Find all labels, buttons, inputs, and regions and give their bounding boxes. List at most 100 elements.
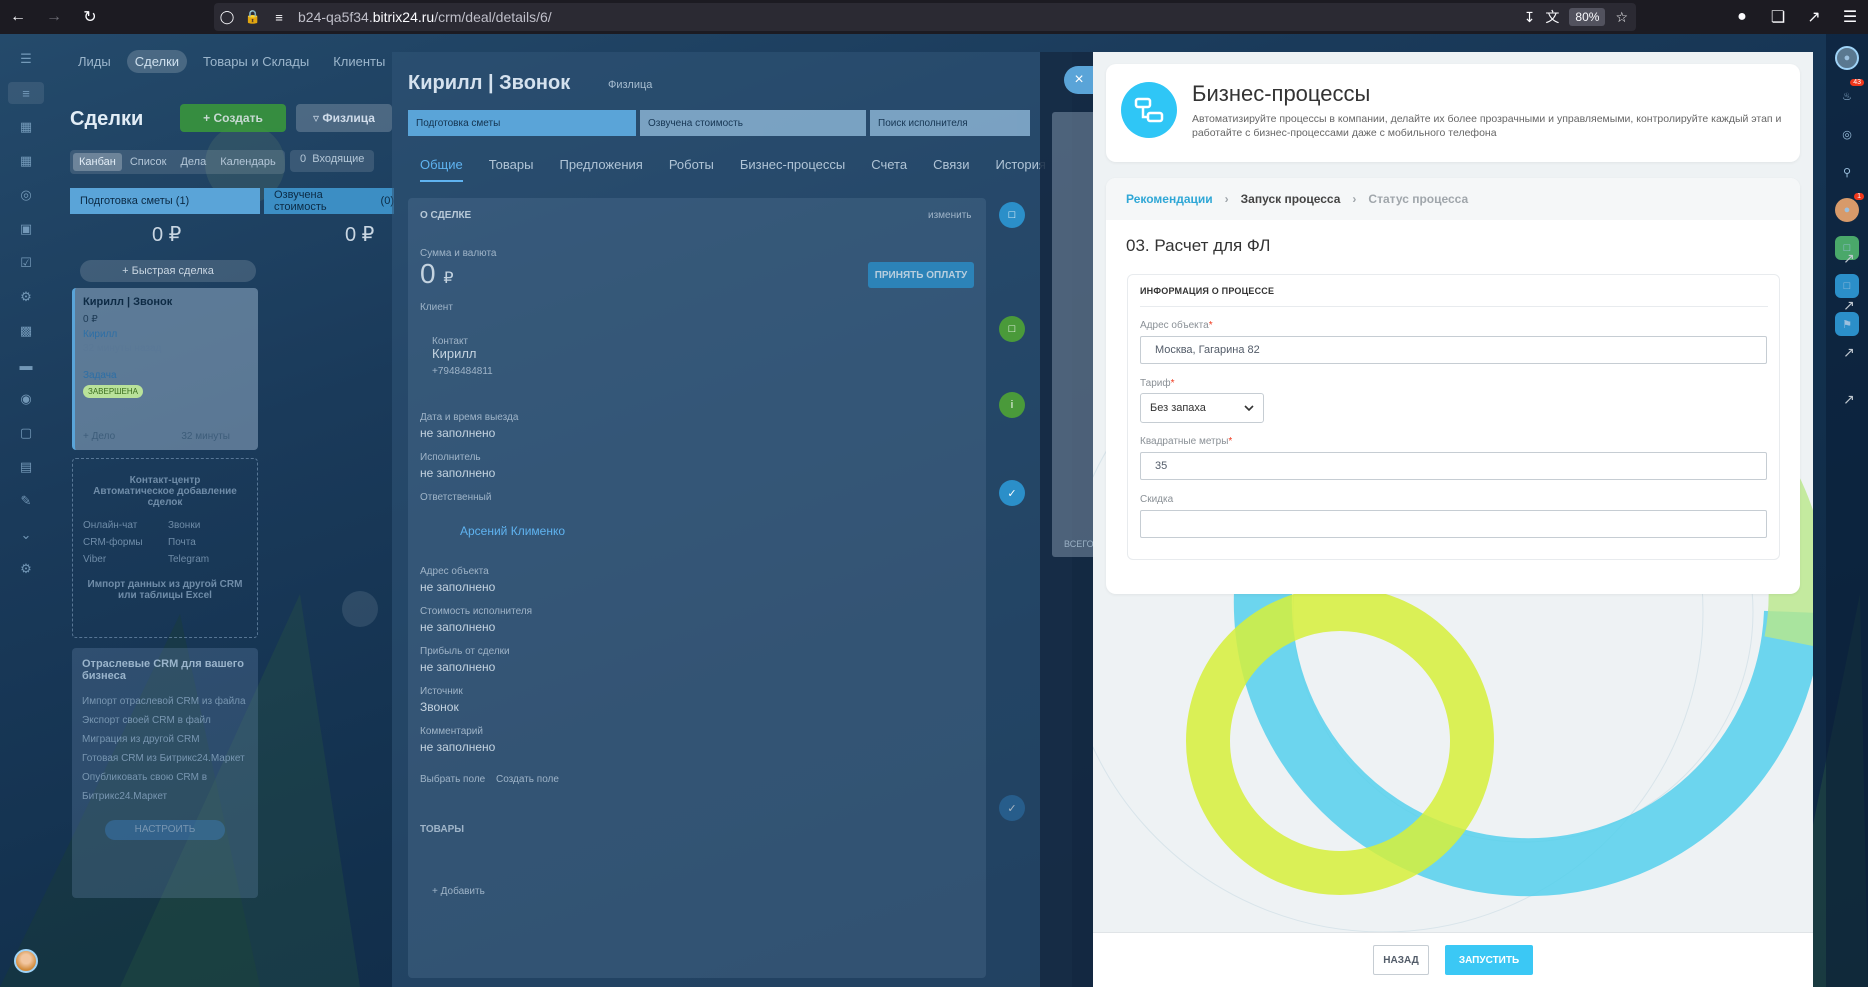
quick-deal-button[interactable]: + Быстрая сделка: [80, 260, 256, 282]
deal-type[interactable]: Физлица: [608, 79, 652, 91]
tab-general[interactable]: Общие: [420, 157, 463, 182]
add-product-link[interactable]: + Добавить: [432, 886, 485, 897]
timeline-info-icon[interactable]: i: [999, 392, 1025, 418]
sync-icon[interactable]: ◎: [1835, 122, 1859, 146]
industry-item[interactable]: Опубликовать свою CRM в Битрикс24.Маркет: [82, 768, 248, 806]
timeline-chat-icon[interactable]: □: [999, 316, 1025, 342]
robot-icon[interactable]: ◉: [15, 388, 37, 410]
cc-import-link[interactable]: Импорт данных из другой CRM или таблицы …: [83, 579, 247, 601]
card-icon[interactable]: ▬: [15, 354, 37, 376]
add-activity-link[interactable]: + Дело: [83, 431, 115, 442]
filter-button[interactable]: ▿ Физлица: [296, 104, 392, 132]
bookmark-star-icon[interactable]: ☆: [1615, 9, 1628, 26]
download-icon[interactable]: ↧: [1524, 9, 1536, 26]
share-icon[interactable]: ↗: [1796, 0, 1832, 34]
industry-item[interactable]: Экспорт своей CRM в файл: [82, 711, 248, 730]
discount-input[interactable]: [1140, 510, 1767, 538]
column-header[interactable]: Подготовка сметы (1): [70, 188, 260, 214]
cc-item[interactable]: CRM-формы: [83, 537, 162, 548]
crumb-recommendations[interactable]: Рекомендации: [1126, 192, 1213, 206]
deal-card[interactable]: Кирилл | Звонок 0 ₽ Кирилл 32 минуты наз…: [72, 288, 258, 450]
timeline-comment-icon[interactable]: □: [999, 202, 1025, 228]
lock-icon[interactable]: 🔒: [240, 9, 266, 25]
close-slider-button[interactable]: ×: [1064, 66, 1094, 94]
account-icon[interactable]: ●: [1724, 0, 1760, 34]
timeline-task-icon[interactable]: ✓: [999, 480, 1025, 506]
extensions-icon[interactable]: ❏: [1760, 0, 1796, 34]
menu-clients[interactable]: Клиенты: [325, 50, 393, 73]
tariff-select[interactable]: Без запаха: [1140, 393, 1264, 423]
tab-activities[interactable]: Дела: [174, 153, 212, 171]
timeline-done-icon[interactable]: ✓: [999, 795, 1025, 821]
url-text[interactable]: b24-qa5f34.bitrix24.ru/crm/deal/details/…: [298, 9, 552, 25]
deal-title[interactable]: Кирилл | Звонок: [408, 72, 570, 95]
column-header[interactable]: Озвучена стоимость (0): [264, 188, 394, 214]
menu-leads[interactable]: Лиды: [70, 50, 119, 73]
card-title[interactable]: Кирилл | Звонок: [83, 296, 250, 308]
contact-name[interactable]: Кирилл: [432, 346, 477, 361]
tab-products[interactable]: Товары: [489, 157, 534, 182]
user-avatar-icon[interactable]: ●: [1835, 46, 1859, 70]
tab-links[interactable]: Связи: [933, 157, 969, 182]
cc-item[interactable]: Звонки: [168, 520, 247, 531]
contact-phone[interactable]: +7948484811: [432, 366, 493, 377]
deal-edit-link[interactable]: изменить: [928, 210, 972, 221]
translate-icon[interactable]: 文: [1545, 7, 1559, 27]
analytics-icon[interactable]: ▩: [15, 320, 37, 342]
target-icon[interactable]: ◎: [15, 184, 37, 206]
reload-icon[interactable]: ↻: [72, 0, 108, 34]
automation-icon[interactable]: ⚙: [15, 286, 37, 308]
menu-toggle-icon[interactable]: ☰: [15, 48, 37, 70]
doc-icon[interactable]: ▤: [15, 456, 37, 478]
industry-item[interactable]: Импорт отраслевой CRM из файла: [82, 692, 248, 711]
bell-icon[interactable]: ♨ 43: [1835, 79, 1864, 108]
cc-item[interactable]: Viber: [83, 554, 162, 565]
bank-icon[interactable]: ▦: [15, 150, 37, 172]
user-avatar[interactable]: [14, 949, 38, 973]
contact-avatar-icon[interactable]: ● 1: [1835, 193, 1864, 222]
tasks-icon[interactable]: ☑: [15, 252, 37, 274]
inbox-counter[interactable]: 0 Входящие: [290, 150, 375, 172]
industry-item[interactable]: Миграция из другой CRM: [82, 730, 248, 749]
stage-item[interactable]: Поиск исполнителя: [870, 110, 1030, 136]
box-icon[interactable]: ▢: [15, 422, 37, 444]
tab-bizproc[interactable]: Бизнес-процессы: [740, 157, 845, 182]
cc-item[interactable]: Онлайн-чат: [83, 520, 162, 531]
tab-offers[interactable]: Предложения: [559, 157, 642, 182]
run-button[interactable]: ЗАПУСТИТЬ: [1445, 945, 1533, 975]
industry-item[interactable]: Готовая CRM из Битрикс24.Маркет: [82, 749, 248, 768]
sign-icon[interactable]: ✎: [15, 490, 37, 512]
menu-deals[interactable]: Сделки: [126, 50, 188, 73]
address-bar[interactable]: ◯ 🔒 ≡ b24-qa5f34.bitrix24.ru/crm/deal/de…: [214, 3, 1636, 31]
menu-icon[interactable]: ☰: [1832, 0, 1868, 34]
select-field-link[interactable]: Выбрать поле: [420, 774, 485, 785]
tab-kanban[interactable]: Канбан: [73, 153, 122, 171]
site-settings-icon[interactable]: ≡: [266, 10, 292, 25]
tab-history[interactable]: История: [996, 157, 1046, 182]
stage-item[interactable]: Озвучена стоимость: [640, 110, 866, 136]
shield-icon[interactable]: ◯: [214, 9, 240, 25]
sqm-input[interactable]: 35: [1140, 452, 1767, 480]
cart-icon[interactable]: ▣: [15, 218, 37, 240]
zoom-level[interactable]: 80%: [1569, 8, 1606, 26]
stage-item[interactable]: Подготовка сметы: [408, 110, 636, 136]
responsible-user[interactable]: Арсений Клименко: [460, 524, 565, 538]
search-icon[interactable]: ⚲: [1835, 160, 1859, 184]
create-field-link[interactable]: Создать поле: [496, 774, 559, 785]
tab-invoices[interactable]: Счета: [871, 157, 907, 182]
tab-calendar[interactable]: Календарь: [214, 153, 282, 171]
accept-payment-button[interactable]: ПРИНЯТЬ ОПЛАТУ: [868, 262, 974, 288]
tab-robots[interactable]: Роботы: [669, 157, 714, 182]
back-arrow-icon[interactable]: ←: [0, 0, 36, 34]
address-input[interactable]: Москва, Гагарина 82: [1140, 336, 1767, 364]
industry-setup-button[interactable]: НАСТРОИТЬ: [105, 820, 225, 840]
more-chevron-icon[interactable]: ⌄: [15, 524, 37, 546]
forward-arrow-icon[interactable]: →: [36, 0, 72, 34]
menu-products[interactable]: Товары и Склады: [195, 50, 317, 73]
card-client[interactable]: Кирилл: [83, 329, 250, 340]
settings-gear-icon[interactable]: ⚙: [15, 558, 37, 580]
cc-item[interactable]: Почта: [168, 537, 247, 548]
cc-item[interactable]: Telegram: [168, 554, 247, 565]
calendar-icon[interactable]: ▦: [15, 116, 37, 138]
tab-list[interactable]: Список: [124, 153, 173, 171]
